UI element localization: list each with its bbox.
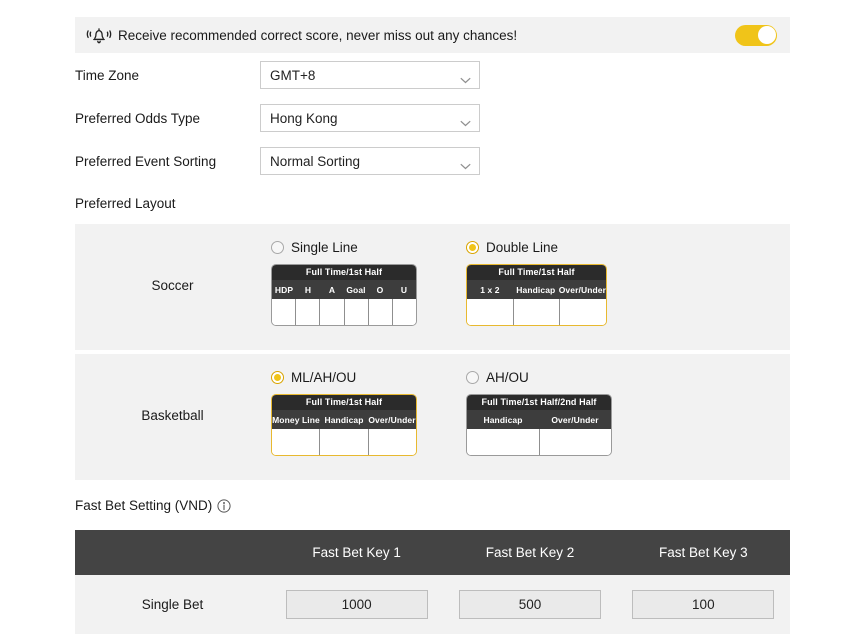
fast-bet-header-blank xyxy=(75,530,270,575)
setting-row-event-sorting: Preferred Event Sorting Normal Sorting xyxy=(75,147,495,175)
preview-col: Goal xyxy=(346,284,366,295)
preview-col: Over/Under xyxy=(558,284,607,295)
radio-ah-ou[interactable] xyxy=(466,370,479,384)
preview-col: HDP xyxy=(274,284,294,295)
preview-table-title: Full Time/1st Half/2nd Half xyxy=(467,395,611,410)
time-zone-value: GMT+8 xyxy=(270,67,316,83)
preview-table-ah-ou: Full Time/1st Half/2nd Half Handicap Ove… xyxy=(466,394,612,456)
preview-col: Over/Under xyxy=(551,414,599,425)
fast-bet-title: Fast Bet Setting (VND) xyxy=(75,498,213,513)
preview-col: Handicap xyxy=(324,414,364,425)
preview-table-title: Full Time/1st Half xyxy=(272,265,416,280)
fast-bet-header-key2: Fast Bet Key 2 xyxy=(485,545,575,560)
preview-table-title: Full Time/1st Half xyxy=(467,265,606,280)
fast-bet-key2-input[interactable] xyxy=(458,590,601,619)
preview-col: O xyxy=(376,284,384,295)
odds-type-label: Preferred Odds Type xyxy=(75,110,201,126)
fast-bet-table: Fast Bet Key 1 Fast Bet Key 2 Fast Bet K… xyxy=(75,530,790,634)
fast-bet-key3-input[interactable] xyxy=(632,590,775,619)
preview-col: Money Line xyxy=(272,414,320,425)
layout-option-label: AH/OU xyxy=(486,369,529,385)
preview-table-body xyxy=(467,299,606,325)
preferred-layout-title: Preferred Layout xyxy=(75,196,176,211)
preview-table-columns: Money Line Handicap Over/Under xyxy=(272,410,416,429)
preview-table-body xyxy=(272,429,416,455)
fast-bet-title-wrap: Fast Bet Setting (VND) xyxy=(75,498,231,513)
radio-single-line[interactable] xyxy=(271,240,284,254)
sport-label-basketball: Basketball xyxy=(141,408,204,423)
radio-double-line[interactable] xyxy=(466,240,479,254)
fast-bet-row-single-bet: Single Bet xyxy=(75,575,790,634)
setting-row-odds-type: Preferred Odds Type Hong Kong xyxy=(75,104,495,132)
preview-col: A xyxy=(328,284,336,295)
notice-text: Receive recommended correct score, never… xyxy=(118,27,518,43)
chevron-down-icon xyxy=(460,72,471,83)
fast-bet-header-row: Fast Bet Key 1 Fast Bet Key 2 Fast Bet K… xyxy=(75,530,790,575)
layout-option-ah-ou[interactable]: AH/OU Full Time/1st Half/2nd Half Handic… xyxy=(466,368,612,456)
notice-banner: Receive recommended correct score, never… xyxy=(75,17,790,53)
preview-col: U xyxy=(400,284,408,295)
preview-table-columns: Handicap Over/Under xyxy=(467,410,611,429)
sport-label-soccer: Soccer xyxy=(151,278,194,293)
layout-option-label: ML/AH/OU xyxy=(291,369,357,385)
setting-row-time-zone: Time Zone GMT+8 xyxy=(75,61,495,89)
event-sorting-value: Normal Sorting xyxy=(270,153,361,169)
event-sorting-select[interactable]: Normal Sorting xyxy=(260,147,480,175)
preview-col: Handicap xyxy=(483,414,523,425)
radio-ml-ah-ou[interactable] xyxy=(271,370,284,384)
fast-bet-header-key1: Fast Bet Key 1 xyxy=(312,545,401,560)
preview-col: H xyxy=(304,284,312,295)
layout-panel-soccer: Soccer Single Line Full Time/1st Half HD… xyxy=(75,224,790,350)
chevron-down-icon xyxy=(460,158,471,169)
event-sorting-label: Preferred Event Sorting xyxy=(75,153,217,169)
layout-option-single-line[interactable]: Single Line Full Time/1st Half HDP H A G… xyxy=(271,238,417,326)
preview-table-columns: 1 x 2 Handicap Over/Under xyxy=(467,280,606,299)
toggle-knob xyxy=(757,26,776,44)
info-circle-icon[interactable] xyxy=(217,498,231,513)
fast-bet-key1-input[interactable] xyxy=(285,590,428,619)
chevron-down-icon xyxy=(460,115,471,126)
layout-option-ml-ah-ou[interactable]: ML/AH/OU Full Time/1st Half Money Line H… xyxy=(271,368,417,456)
preview-col: Over/Under xyxy=(368,414,416,425)
preview-table-ml-ah-ou: Full Time/1st Half Money Line Handicap O… xyxy=(271,394,417,456)
odds-type-value: Hong Kong xyxy=(270,110,338,126)
layout-option-label: Single Line xyxy=(291,239,358,255)
preview-table-title: Full Time/1st Half xyxy=(272,395,416,410)
layout-option-label: Double Line xyxy=(486,239,559,255)
settings-page: Receive recommended correct score, never… xyxy=(0,0,850,634)
time-zone-select[interactable]: GMT+8 xyxy=(260,61,480,89)
layout-option-double-line[interactable]: Double Line Full Time/1st Half 1 x 2 Han… xyxy=(466,238,607,326)
odds-type-select[interactable]: Hong Kong xyxy=(260,104,480,132)
bell-ring-icon xyxy=(86,24,112,46)
preview-table-single-line: Full Time/1st Half HDP H A Goal O U xyxy=(271,264,417,326)
time-zone-label: Time Zone xyxy=(75,67,140,83)
fast-bet-row-label: Single Bet xyxy=(141,597,204,612)
preview-table-body xyxy=(467,429,611,455)
preview-table-body xyxy=(272,299,416,325)
layout-panel-basketball: Basketball ML/AH/OU Full Time/1st Half M… xyxy=(75,354,790,480)
preview-table-double-line: Full Time/1st Half 1 x 2 Handicap Over/U… xyxy=(466,264,607,326)
preview-col: Handicap xyxy=(516,284,556,295)
recommendation-toggle[interactable] xyxy=(735,24,777,46)
fast-bet-header-key3: Fast Bet Key 3 xyxy=(659,545,748,560)
preview-col: 1 x 2 xyxy=(480,284,500,295)
preview-table-columns: HDP H A Goal O U xyxy=(272,280,416,299)
